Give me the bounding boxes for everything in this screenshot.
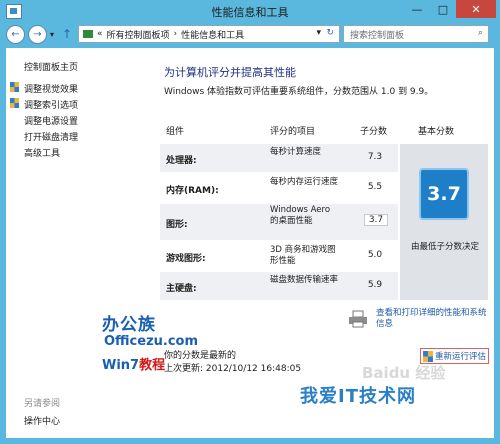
back-button[interactable]: ←: [6, 25, 25, 44]
address-prefix: «: [97, 29, 103, 39]
base-score-panel: 3.7 由最低子分数决定: [400, 144, 488, 300]
last-update: 上次更新: 2012/10/12 16:48:05: [164, 364, 302, 374]
search-placeholder: 搜索控制面板: [350, 30, 405, 41]
arrow-left-icon: ←: [11, 29, 20, 40]
forward-button[interactable]: →: [28, 25, 47, 44]
row-item: 3D 商务和游戏图形性能: [270, 245, 336, 266]
header-component: 组件: [166, 127, 185, 137]
address-bar-row: ← → ▾ ↑ « 所有控制面板项 › 性能信息和工具 ▾ ↻ 搜索控制面板 ⌕: [0, 22, 500, 48]
recent-dropdown-icon[interactable]: ▾: [50, 30, 54, 39]
arrow-right-icon: →: [33, 29, 42, 40]
up-arrow-icon[interactable]: ↑: [62, 27, 72, 41]
base-score-caption: 由最低子分数决定: [410, 242, 479, 252]
row-component: 主硬盘:: [166, 284, 197, 294]
see-also-label: 另请参阅: [24, 399, 61, 409]
shield-icon: [10, 98, 19, 108]
header-base-score: 基本分数: [418, 127, 455, 137]
watermark-logo: 办公族 Officezu.com Win7教程: [102, 310, 198, 382]
table-row: 内存(RAM): 每秒内存运行速度 5.5: [160, 174, 398, 202]
logo-text-a: 办公: [102, 315, 138, 335]
row-component: 游戏图形:: [166, 254, 206, 264]
search-input[interactable]: 搜索控制面板 ⌕: [343, 25, 489, 43]
sidebar-item-index-options[interactable]: 调整索引选项: [24, 98, 78, 111]
row-item: Windows Aero 的桌面性能: [270, 205, 331, 226]
logo-tutorial: 教程: [139, 358, 166, 373]
close-button[interactable]: ✕: [456, 0, 496, 18]
row-item: 每秒内存运行速度: [270, 177, 339, 187]
refresh-icon[interactable]: ↻: [326, 28, 334, 38]
sidebar-item-action-center[interactable]: 操作中心: [24, 414, 60, 427]
print-details-link[interactable]: 查看和打印详细的性能和系统信息: [376, 308, 494, 330]
row-item: 磁盘数据传输速率: [270, 275, 339, 285]
site-watermark: 我爱IT技术网: [300, 386, 416, 407]
dropdown-icon[interactable]: ▾: [316, 28, 321, 38]
row-subscore: 5.9: [367, 280, 383, 290]
logo-win7: Win7: [102, 358, 140, 373]
rerun-label: 重新运行评估: [435, 352, 487, 362]
minimize-button[interactable]: —: [404, 0, 430, 18]
maximize-button[interactable]: □: [430, 0, 456, 18]
table-row: 处理器: 每秒计算速度 7.3: [160, 144, 398, 172]
header-item: 评分的项目: [270, 127, 316, 137]
table-row: 图形: Windows Aero 的桌面性能 3.7: [160, 204, 398, 240]
base-score-tile: 3.7: [419, 168, 469, 220]
logo-site: Officezu.com: [104, 334, 199, 349]
breadcrumb-performance[interactable]: 性能信息和工具: [181, 28, 244, 41]
baidu-watermark: Baidu 经验: [362, 364, 446, 382]
page-description: Windows 体验指数可评估重要系统组件，分数范围从 1.0 到 9.9。: [164, 87, 434, 97]
performance-window: 性能信息和工具 — □ ✕ ← → ▾ ↑ « 所有控制面板项 › 性能信息和工…: [0, 0, 500, 444]
sidebar-item-visual-effects[interactable]: 调整视觉效果: [24, 82, 78, 95]
control-panel-small-icon: [83, 30, 93, 38]
shield-icon: [423, 350, 433, 362]
header-subscore: 子分数: [360, 127, 388, 137]
title-bar: 性能信息和工具 — □ ✕: [0, 0, 500, 22]
shield-icon: [10, 82, 19, 92]
row-subscore: 5.0: [367, 250, 383, 260]
search-icon[interactable]: ⌕: [478, 28, 483, 38]
printer-icon: [349, 310, 367, 328]
breadcrumb-separator: ›: [173, 29, 178, 39]
sidebar-item-power-settings[interactable]: 调整电源设置: [24, 114, 78, 127]
row-subscore: 7.3: [367, 152, 383, 162]
sidebar-item-advanced-tools[interactable]: 高级工具: [24, 146, 60, 159]
row-component: 处理器:: [166, 156, 197, 166]
score-table: 组件 评分的项目 子分数 基本分数 处理器: 每秒计算速度 7.3 内存(RAM…: [160, 120, 488, 300]
address-field[interactable]: « 所有控制面板项 › 性能信息和工具 ▾ ↻: [78, 25, 340, 43]
breadcrumb-all-items[interactable]: 所有控制面板项: [107, 28, 170, 41]
sidebar-item-disk-cleanup[interactable]: 打开磁盘清理: [24, 130, 78, 143]
page-title: 为计算机评分并提高其性能: [164, 66, 296, 79]
table-row: 游戏图形: 3D 商务和游戏图形性能 5.0: [160, 242, 398, 270]
row-subscore-lowest: 3.7: [364, 214, 388, 226]
row-component: 内存(RAM):: [166, 186, 219, 196]
logo-text-b: 族: [138, 315, 156, 335]
site-url-watermark: www.52ij.com: [402, 414, 458, 423]
row-subscore: 5.5: [367, 182, 383, 192]
row-item: 每秒计算速度: [270, 147, 322, 157]
table-row: 主硬盘: 磁盘数据传输速率 5.9: [160, 272, 398, 300]
row-component: 图形:: [166, 220, 188, 230]
sidebar-home-link[interactable]: 控制面板主页: [24, 60, 78, 73]
